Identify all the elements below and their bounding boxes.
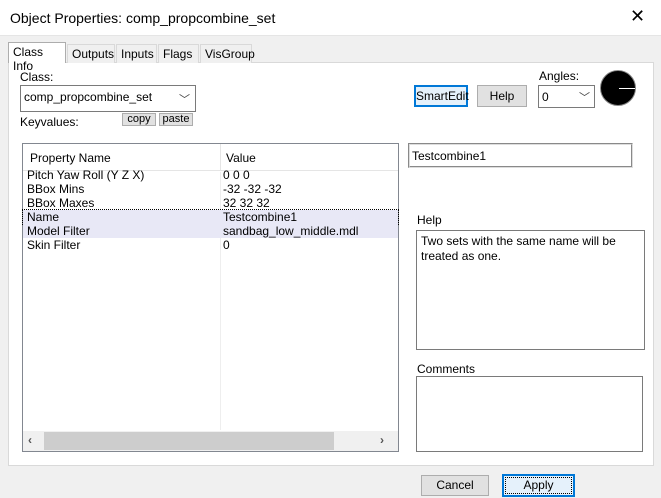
list-header: Property Name Value [23,144,398,171]
title-bar: Object Properties: comp_propcombine_set … [0,0,661,36]
help-textbox[interactable]: Two sets with the same name will be trea… [416,230,645,350]
scrollbar-thumb[interactable] [44,432,334,450]
class-label: Class: [20,70,54,84]
table-row[interactable]: BBox Mins -32 -32 -32 [23,182,398,196]
table-row[interactable]: BBox Maxes 32 32 32 [23,196,398,210]
angle-dial[interactable] [600,70,636,106]
close-icon[interactable]: ✕ [630,6,645,27]
class-value: comp_propcombine_set [24,90,153,104]
chevron-down-icon: ﹀ [179,94,190,106]
tab-flags[interactable]: Flags [158,44,199,63]
paste-button[interactable]: paste [159,113,193,126]
value-edit-text: Testcombine1 [412,149,487,163]
cancel-button[interactable]: Cancel [421,475,489,496]
header-value[interactable]: Value [226,151,256,165]
class-combobox[interactable]: comp_propcombine_set ﹀ [20,85,196,112]
keyvalues-label: Keyvalues: [20,115,79,129]
value-edit[interactable]: Testcombine1 [408,143,633,168]
scroll-right-icon[interactable]: › [380,433,384,447]
help-text: Two sets with the same name will be trea… [421,234,616,263]
help-button[interactable]: Help [477,85,527,107]
comments-textbox[interactable] [416,376,643,452]
angles-value: 0 [542,90,549,104]
table-row[interactable]: Model Filter sandbag_low_middle.mdl [23,224,398,238]
tab-outputs[interactable]: Outputs [67,44,115,63]
table-row[interactable]: Skin Filter 0 [23,238,398,252]
table-row[interactable]: Pitch Yaw Roll (Y Z X) 0 0 0 [23,168,398,182]
horizontal-scrollbar[interactable]: ‹ › [23,431,398,451]
smartedit-button[interactable]: SmartEdit [414,85,469,107]
chevron-down-icon: ﹀ [579,92,590,104]
header-property-name[interactable]: Property Name [30,151,111,165]
help-label: Help [417,213,442,227]
angle-dial-needle [619,88,635,89]
table-row-selected[interactable]: Name Testcombine1 [22,209,399,225]
comments-label: Comments [417,362,476,376]
scroll-left-icon[interactable]: ‹ [28,433,32,447]
apply-button[interactable]: Apply [502,474,575,497]
tab-class-info[interactable]: Class Info [8,42,66,73]
header-divider[interactable] [220,144,221,171]
copy-button[interactable]: copy [122,113,156,126]
angles-combobox[interactable]: 0 ﹀ [538,85,595,108]
tab-inputs[interactable]: Inputs [116,44,157,63]
window-title: Object Properties: comp_propcombine_set [10,10,276,26]
angles-label: Angles: [539,69,580,83]
tab-visgroup[interactable]: VisGroup [200,44,255,63]
keyvalues-list[interactable]: Property Name Value Pitch Yaw Roll (Y Z … [22,143,399,452]
